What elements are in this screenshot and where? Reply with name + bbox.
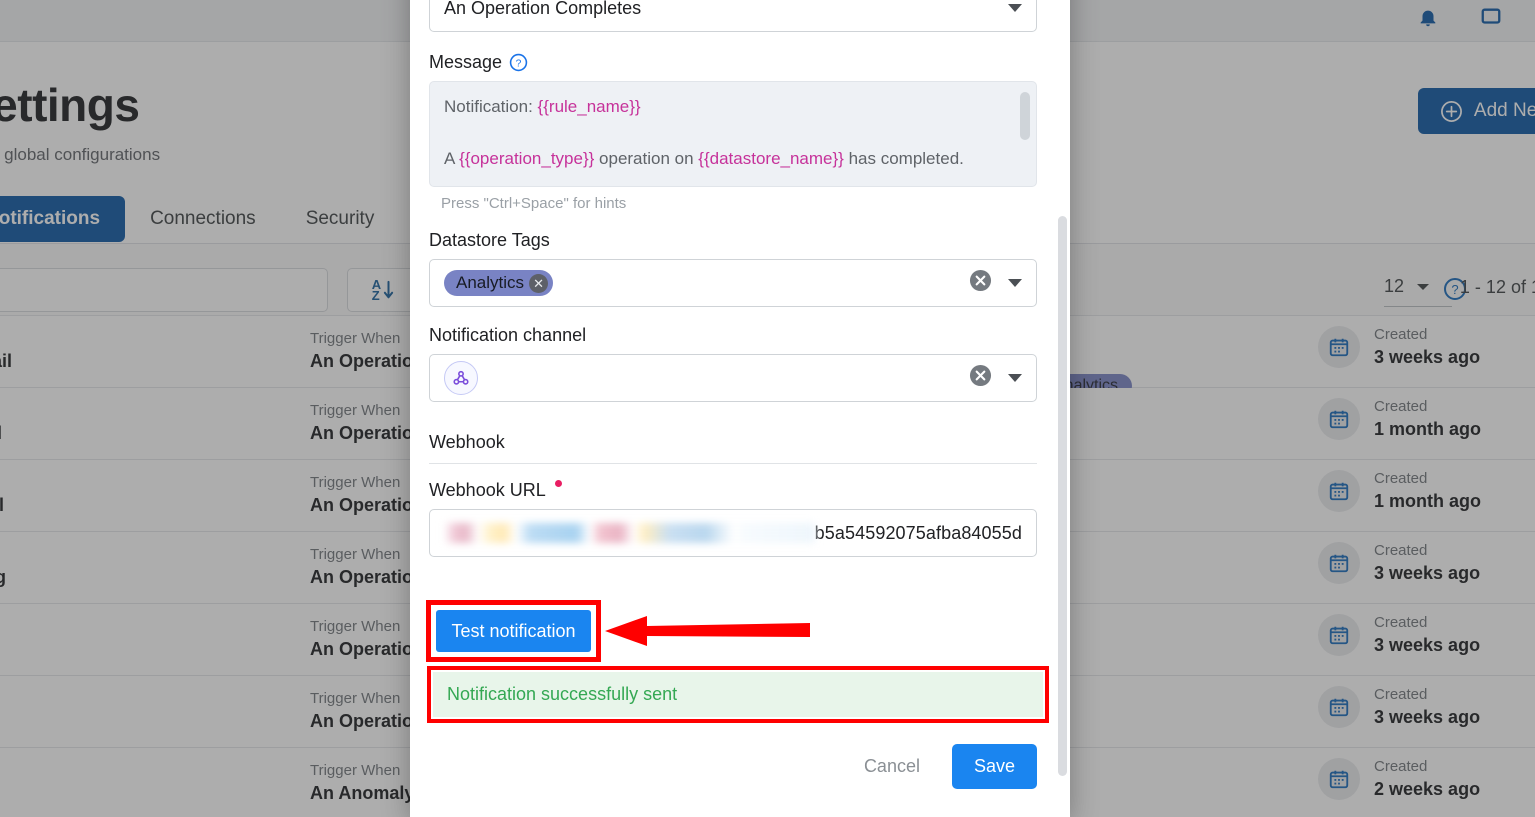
message-line-1: Notification: {{rule_name}} <box>444 96 1010 118</box>
trigger-when-value: An Operation Completes <box>444 0 642 18</box>
left-arrow-annotation <box>605 612 810 655</box>
message-line2-middle: operation on <box>594 149 699 168</box>
required-indicator-icon <box>554 480 562 487</box>
message-label: Message <box>429 52 503 72</box>
message-label-row: Message ? <box>429 52 1037 73</box>
webhook-url-visible-tail: b5a54592075afba84055d <box>814 522 1022 543</box>
message-scrollbar-thumb[interactable] <box>1020 92 1030 140</box>
chevron-down-icon <box>1008 279 1022 287</box>
help-circle-icon[interactable]: ? <box>509 53 528 72</box>
message-editor[interactable]: Notification: {{rule_name}} A {{operatio… <box>429 81 1037 187</box>
message-token-operation-type: {{operation_type}} <box>459 149 595 168</box>
webhook-url-label-text: Webhook URL <box>429 480 546 500</box>
webhook-url-label: Webhook URL <box>429 480 1037 501</box>
notification-channel-label: Notification channel <box>429 325 1037 346</box>
trigger-when-select[interactable]: An Operation Completes <box>429 0 1037 32</box>
test-notification-button[interactable]: Test notification <box>436 610 591 652</box>
datastore-tags-label-text: Datastore Tags <box>429 230 550 250</box>
notification-channel-label-text: Notification channel <box>429 325 587 345</box>
webhook-icon <box>444 361 478 395</box>
message-line-2: A {{operation_type}} operation on {{data… <box>444 148 1010 170</box>
webhook-section-heading: Webhook <box>429 432 1037 464</box>
message-token-rule-name: {{rule_name}} <box>537 97 641 116</box>
message-line1-prefix: Notification: <box>444 97 538 116</box>
webhook-url-input[interactable]: b5a54592075afba84055d <box>429 509 1037 557</box>
chevron-down-icon <box>1008 4 1022 12</box>
tag-remove-icon[interactable]: ✕ <box>529 273 549 293</box>
dialog-footer: Cancel Save <box>410 744 1056 789</box>
cancel-button[interactable]: Cancel <box>850 746 934 787</box>
save-button[interactable]: Save <box>951 744 1037 789</box>
notification-channel-select[interactable] <box>429 354 1037 402</box>
clear-circle-icon[interactable] <box>969 269 992 297</box>
message-line2-prefix: A <box>444 149 460 168</box>
webhook-url-redacted <box>444 523 815 543</box>
clear-circle-icon[interactable] <box>969 364 992 392</box>
svg-text:?: ? <box>516 58 522 69</box>
message-hint: Press "Ctrl+Space" for hints <box>441 195 627 212</box>
datastore-tags-label: Datastore Tags <box>429 230 1037 251</box>
datastore-tags-select[interactable]: Analytics ✕ <box>429 259 1037 307</box>
tag-chip-label: Analytics <box>456 273 525 292</box>
chevron-down-icon <box>1008 374 1022 382</box>
success-message-banner: Notification successfully sent <box>433 672 1043 717</box>
success-message-text: Notification successfully sent <box>447 684 678 704</box>
dialog-scrollbar-thumb[interactable] <box>1058 216 1067 776</box>
dialog-scrollbar[interactable] <box>1056 0 1070 817</box>
message-token-datastore-name: {{datastore_name}} <box>698 149 844 168</box>
message-line2-suffix: has completed. <box>843 149 964 168</box>
tag-chip-analytics[interactable]: Analytics ✕ <box>444 270 554 296</box>
